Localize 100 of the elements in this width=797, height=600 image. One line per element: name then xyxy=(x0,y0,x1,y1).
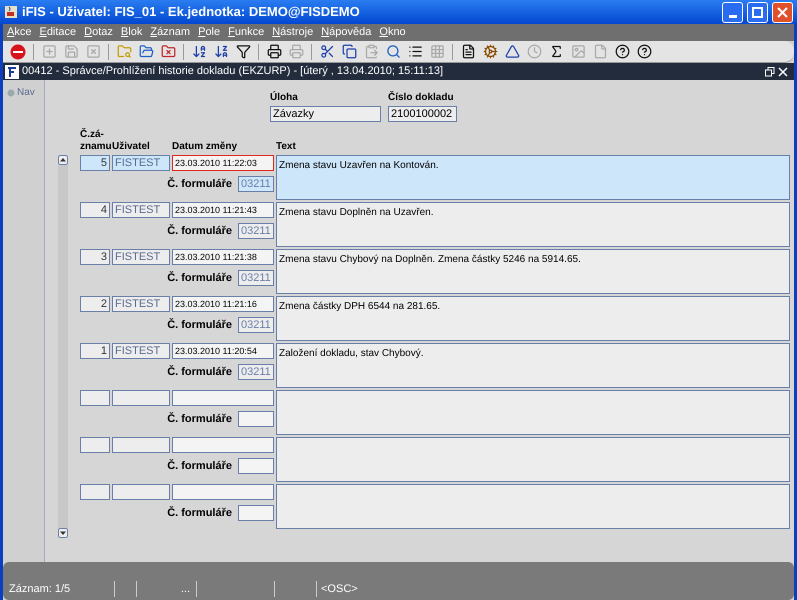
form-number-field[interactable]: 03211 xyxy=(238,176,274,192)
user-field[interactable] xyxy=(112,390,170,406)
form-number-label: Č. formuláře xyxy=(167,223,232,239)
record-number-field[interactable]: 1 xyxy=(80,343,110,359)
menu-item[interactable]: Dotaz xyxy=(84,24,113,41)
task-label: Úloha xyxy=(270,90,299,105)
printer-icon xyxy=(288,44,304,59)
copy-icon xyxy=(342,44,356,59)
date-field[interactable]: 23.03.2010 11:21:16 xyxy=(172,296,274,312)
delete-row-icon xyxy=(86,44,100,59)
date-field[interactable] xyxy=(172,390,274,406)
nav-button[interactable]: Nav xyxy=(7,85,35,100)
record-number-field[interactable] xyxy=(80,484,110,500)
help-icon xyxy=(636,44,652,59)
window-title: iFIS - Uživatel: FIS_01 - Ek.jednotka: DEMO@FISDEMO xyxy=(22,3,361,22)
gear-icon xyxy=(482,44,498,59)
scrollbar[interactable] xyxy=(58,155,68,538)
form-number-label: Č. formuláře xyxy=(167,270,232,286)
coffee-cup-icon xyxy=(4,5,18,19)
form-number-label: Č. formuláře xyxy=(167,364,232,380)
date-field[interactable] xyxy=(172,437,274,453)
scroll-down-icon[interactable] xyxy=(58,528,68,538)
menu-item[interactable]: Akce xyxy=(7,24,32,41)
folder-x-icon xyxy=(160,44,176,59)
menu-item[interactable]: Okno xyxy=(379,24,406,41)
user-field[interactable]: FISTEST xyxy=(112,296,170,312)
text-field[interactable]: Zmena stavu Chybový na Doplněn. Zmena částky 5246 na 5914.65. xyxy=(276,249,790,294)
text-field[interactable] xyxy=(276,437,790,482)
form-number-field[interactable] xyxy=(238,411,274,428)
date-field[interactable] xyxy=(172,484,274,500)
folder-icon xyxy=(138,44,154,59)
record-number-field[interactable]: 3 xyxy=(80,249,110,265)
user-field[interactable]: FISTEST xyxy=(112,343,170,359)
text-field[interactable] xyxy=(276,484,790,529)
status-mode: <OSC> xyxy=(320,582,359,597)
menu-item[interactable]: Nápověda xyxy=(321,24,372,41)
column-header: Č.zá- znamu xyxy=(80,129,112,153)
sort-ascending-icon xyxy=(192,44,206,59)
add-row-icon xyxy=(42,44,56,59)
text-field[interactable]: Zmena stavu Doplněn na Uzavřen. xyxy=(276,202,790,247)
help-icon xyxy=(614,44,630,59)
close-icon[interactable] xyxy=(778,66,788,76)
page-icon xyxy=(592,44,608,59)
text-field[interactable]: Založení dokladu, stav Chybový. xyxy=(276,343,790,388)
text-field[interactable] xyxy=(276,390,790,435)
date-field[interactable]: 23.03.2010 11:22:03 xyxy=(172,155,274,171)
text-field[interactable]: Zmena stavu Uzavřen na Kontován. xyxy=(276,155,790,200)
record-number-field[interactable] xyxy=(80,437,110,453)
menu-item[interactable]: Blok xyxy=(120,24,142,41)
restore-icon[interactable] xyxy=(765,66,775,76)
record-number-field[interactable]: 4 xyxy=(80,202,110,218)
radio-icon xyxy=(7,88,15,96)
save-icon xyxy=(64,44,78,59)
minimize-button[interactable] xyxy=(722,2,743,22)
form-title: 00412 - Správce/Prohlížení historie dokladu (EKZURP) - [úterý , 13.04.2010; 15:11:13] xyxy=(22,64,444,80)
form-number-field[interactable]: 03211 xyxy=(238,270,274,286)
folder-search-icon xyxy=(116,44,132,59)
date-field[interactable]: 23.03.2010 11:21:43 xyxy=(172,202,274,218)
sort-descending-icon xyxy=(214,44,228,59)
minimize-icon xyxy=(728,14,736,18)
menu-item[interactable]: Editace xyxy=(39,24,76,41)
status-ellipsis: ... xyxy=(137,581,197,597)
menu-item[interactable]: Nástroje xyxy=(272,24,314,41)
user-field[interactable]: FISTEST xyxy=(112,155,170,171)
maximize-icon xyxy=(752,6,763,18)
maximize-button[interactable] xyxy=(747,2,768,22)
task-field[interactable]: Závazky xyxy=(270,106,381,122)
user-field[interactable]: FISTEST xyxy=(112,202,170,218)
document-icon xyxy=(460,44,476,59)
form-number-field[interactable]: 03211 xyxy=(238,364,274,380)
record-number-field[interactable]: 5 xyxy=(80,155,110,171)
column-header: Datum změny xyxy=(172,141,238,153)
clock-icon xyxy=(526,44,542,59)
date-field[interactable]: 23.03.2010 11:20:54 xyxy=(172,343,274,359)
menu-item[interactable]: Pole xyxy=(198,24,220,41)
record-number-field[interactable] xyxy=(80,390,110,406)
user-field[interactable] xyxy=(112,484,170,500)
form-number-field[interactable]: 03211 xyxy=(238,317,274,334)
user-field[interactable]: FISTEST xyxy=(112,249,170,265)
menu-item[interactable]: Funkce xyxy=(228,24,264,41)
column-header: Uživatel xyxy=(112,141,151,153)
close-icon xyxy=(777,6,788,18)
date-field[interactable]: 23.03.2010 11:21:38 xyxy=(172,249,274,265)
paste-icon xyxy=(364,44,378,59)
form-number-field[interactable] xyxy=(238,505,274,522)
menu-item[interactable]: Záznam xyxy=(150,24,190,41)
document-number-field[interactable]: 2100100002 xyxy=(388,106,457,122)
grid-icon xyxy=(430,44,444,59)
form-number-label: Č. formuláře xyxy=(167,176,232,192)
list-icon xyxy=(408,44,422,59)
scroll-up-icon[interactable] xyxy=(58,155,68,165)
form-number-field[interactable] xyxy=(238,458,274,474)
text-field[interactable]: Zmena částky DPH 6544 na 281.65. xyxy=(276,296,790,341)
form-number-field[interactable]: 03211 xyxy=(238,223,274,240)
column-header: Text xyxy=(276,141,296,153)
user-field[interactable] xyxy=(112,437,170,453)
form-number-label: Č. formuláře xyxy=(167,458,232,474)
record-number-field[interactable]: 2 xyxy=(80,296,110,312)
close-button[interactable] xyxy=(772,2,793,22)
printer-icon xyxy=(266,44,282,59)
